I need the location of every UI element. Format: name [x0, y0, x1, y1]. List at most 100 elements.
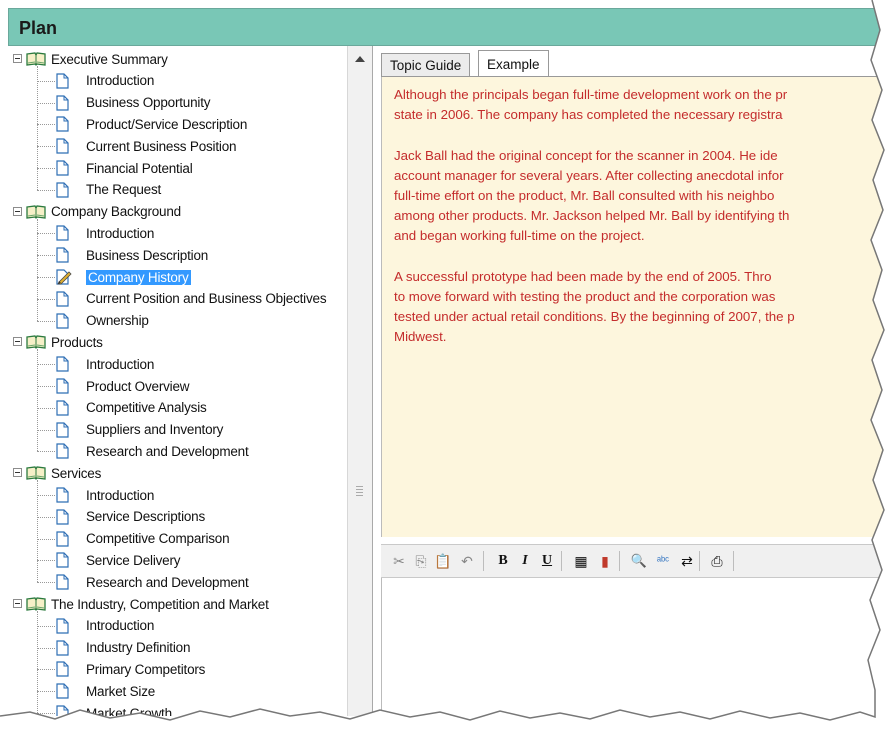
- example-paragraph: Jack Ball had the original concept for t…: [394, 146, 891, 246]
- tree-connector: [37, 451, 55, 453]
- tree-item[interactable]: Introduction: [10, 222, 347, 244]
- toolbar-separator: [561, 551, 562, 571]
- page-icon: [56, 312, 69, 329]
- tree-section[interactable]: Executive Summary: [10, 48, 347, 70]
- tree-item[interactable]: Research and Development: [10, 571, 347, 593]
- find-icon[interactable]: 🔍: [629, 551, 649, 571]
- tree-section-label: Company Background: [51, 204, 181, 220]
- tree-item[interactable]: Financial Potential: [10, 157, 347, 179]
- tree-item[interactable]: Service Delivery: [10, 549, 347, 571]
- tree-item-label: Product/Service Description: [86, 116, 248, 132]
- scroll-up-icon[interactable]: [355, 56, 365, 62]
- tree-item[interactable]: Primary Competitors: [10, 658, 347, 680]
- tab-topic-guide[interactable]: Topic Guide: [381, 53, 471, 76]
- paste-icon[interactable]: 📋: [433, 551, 453, 571]
- tree-item[interactable]: Introduction: [10, 615, 347, 637]
- tree-connector: [37, 429, 55, 431]
- tree-scrollbar[interactable]: [347, 46, 373, 716]
- tree-item-label: Business Opportunity: [86, 95, 211, 111]
- page-icon: [56, 73, 69, 89]
- underline-icon[interactable]: U: [537, 551, 557, 571]
- tab-example[interactable]: Example: [478, 50, 549, 77]
- toolbar-separator: [619, 551, 620, 571]
- book-icon: [26, 52, 46, 66]
- tree-item[interactable]: Company History: [10, 266, 347, 288]
- tree-connector: [37, 168, 55, 169]
- copy-icon[interactable]: ⎘: [411, 551, 431, 571]
- tree-item[interactable]: Industry Definition: [10, 637, 347, 659]
- tree-item[interactable]: Current Business Position: [10, 135, 347, 157]
- example-line: tested under actual retail conditions. B…: [394, 309, 795, 324]
- plan-outline-tree[interactable]: Executive Summary Introduction Business Op…: [10, 46, 347, 716]
- collapse-icon[interactable]: [13, 468, 22, 478]
- tree-connector: [37, 298, 55, 300]
- toolbar-separator: [483, 551, 484, 571]
- tree-item[interactable]: Business Opportunity: [10, 92, 347, 114]
- tree-item[interactable]: Business Description: [10, 244, 347, 266]
- tree-item[interactable]: Current Position and Business Objectives: [10, 288, 347, 310]
- page-icon: [56, 356, 69, 372]
- tree-item[interactable]: Introduction: [10, 70, 347, 92]
- plan-text-editor[interactable]: [381, 578, 891, 716]
- page-icon: [56, 552, 69, 568]
- tree-item-label: Primary Competitors: [86, 661, 206, 677]
- tree-item[interactable]: Product/Service Description: [10, 113, 347, 135]
- tree-item-label: Market Size: [86, 683, 156, 699]
- tree-connector: [37, 611, 38, 713]
- tree-item-label: Introduction: [86, 618, 155, 634]
- tree-section[interactable]: The Industry, Competition and Market: [10, 593, 347, 615]
- tree-item-label: The Request: [86, 182, 162, 198]
- tree-connector: [37, 560, 55, 562]
- tree-item[interactable]: Suppliers and Inventory: [10, 419, 347, 441]
- tree-item[interactable]: Ownership: [10, 310, 347, 332]
- tree-connector: [37, 218, 38, 321]
- collapse-icon[interactable]: [13, 337, 22, 347]
- tree-item[interactable]: Service Descriptions: [10, 506, 347, 528]
- tree-item[interactable]: Introduction: [10, 484, 347, 506]
- page-icon: [56, 182, 69, 198]
- tree-section[interactable]: Services: [10, 462, 347, 484]
- tree-section[interactable]: Company Background: [10, 201, 347, 223]
- tree-item[interactable]: Competitive Analysis: [10, 397, 347, 419]
- collapse-icon[interactable]: [13, 54, 22, 63]
- tree-connector: [37, 691, 55, 693]
- tree-item-label: Research and Development: [86, 443, 249, 459]
- bold-icon[interactable]: B: [493, 551, 513, 571]
- collapse-icon[interactable]: [13, 206, 22, 216]
- page-icon: [56, 400, 69, 416]
- undo-icon[interactable]: ↶: [457, 551, 477, 571]
- chart-icon[interactable]: ▮: [595, 551, 615, 571]
- tree-item-label: Competitive Comparison: [86, 531, 230, 547]
- tree-item-label: Ownership: [86, 313, 149, 329]
- tree-item-label: Introduction: [86, 356, 155, 372]
- tree-item-label: Financial Potential: [86, 160, 193, 176]
- tree-item[interactable]: Introduction: [10, 353, 347, 375]
- table-icon[interactable]: ▦: [571, 551, 591, 571]
- tree-connector: [37, 582, 55, 584]
- tree-connector: [37, 386, 55, 387]
- tree-connector: [37, 480, 38, 583]
- page-icon: [56, 574, 69, 590]
- italic-icon[interactable]: I: [515, 551, 535, 571]
- collapse-icon[interactable]: [13, 599, 22, 608]
- book-icon: [26, 597, 46, 611]
- example-paragraph: Although the principals began full-time …: [394, 85, 891, 125]
- replace-icon[interactable]: ⇄: [677, 551, 697, 571]
- tree-section-label: The Industry, Competition and Market: [51, 596, 269, 612]
- scroll-thumb-grip[interactable]: [356, 486, 363, 498]
- tree-item[interactable]: Market Size: [10, 680, 347, 702]
- tree-item[interactable]: Research and Development: [10, 440, 347, 462]
- print-icon[interactable]: ⎙: [707, 551, 727, 571]
- tree-item[interactable]: Market Growth: [10, 702, 347, 716]
- tree-item[interactable]: The Request: [10, 179, 347, 201]
- example-line: A successful prototype had been made by …: [394, 269, 772, 284]
- page-icon: [56, 661, 69, 677]
- tree-item[interactable]: Product Overview: [10, 375, 347, 397]
- tree-section[interactable]: Products: [10, 331, 347, 353]
- spellcheck-icon[interactable]: ᵃᵇᶜ: [653, 551, 673, 571]
- tree-item[interactable]: Competitive Comparison: [10, 528, 347, 550]
- tree-item-label: Suppliers and Inventory: [86, 422, 224, 438]
- tree-connector: [37, 364, 55, 366]
- cut-icon[interactable]: ✂: [389, 551, 409, 571]
- tree-connector: [37, 495, 55, 496]
